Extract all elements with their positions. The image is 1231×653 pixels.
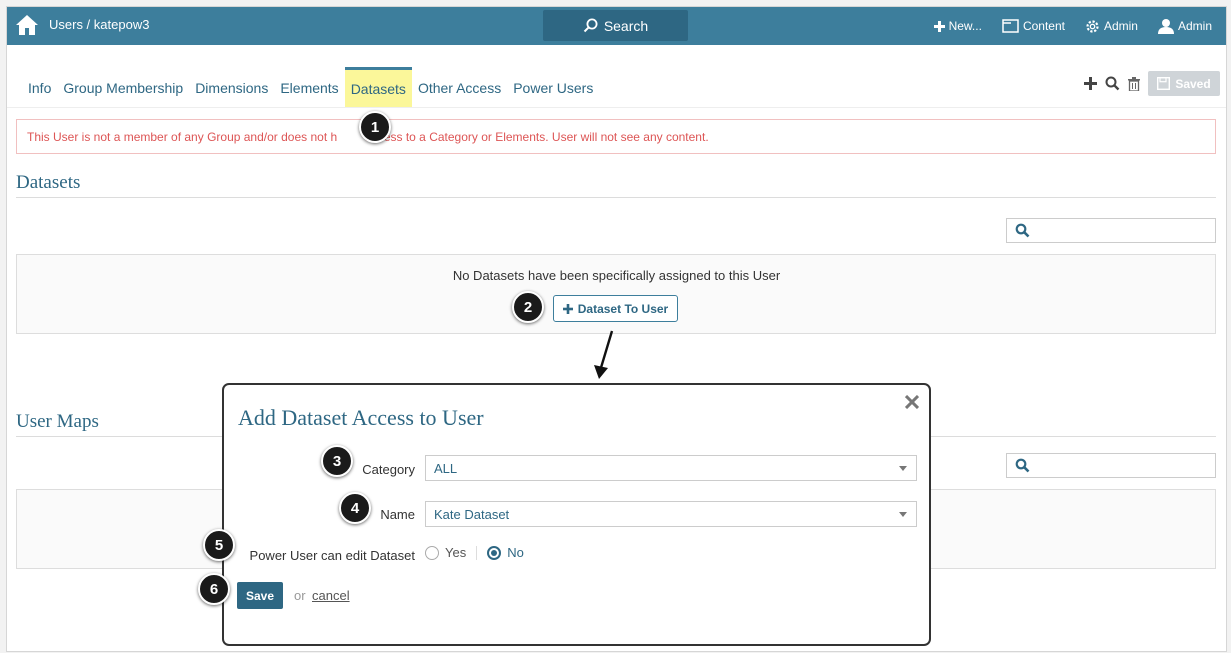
save-button[interactable]: Save (237, 582, 283, 609)
gear-icon (1086, 19, 1099, 33)
chevron-down-icon (899, 466, 907, 471)
no-radio[interactable] (487, 545, 502, 560)
step-badge-2: 2 (512, 291, 544, 323)
content-label: Content (1022, 19, 1065, 33)
datasets-empty-message: No Datasets have been specifically assig… (452, 268, 781, 283)
step-badge-5: 5 (203, 529, 235, 561)
top-bar-actions: New... Content Admin Admin (933, 7, 1226, 45)
tab-elements[interactable]: Elements (274, 67, 344, 108)
plus-icon (933, 20, 945, 32)
yes-radio[interactable] (425, 545, 439, 560)
category-value: ALL (434, 461, 458, 476)
modal-title: Add Dataset Access to User (238, 405, 484, 430)
add-icon[interactable] (1084, 77, 1097, 90)
tab-bar: Info Group Membership Dimensions Element… (22, 67, 599, 108)
saved-button[interactable]: Saved (1148, 71, 1220, 96)
search-label: Search (603, 17, 649, 34)
tab-other-access[interactable]: Other Access (412, 67, 507, 108)
tab-dimensions[interactable]: Dimensions (189, 67, 274, 108)
content-button[interactable]: Content (1002, 19, 1065, 33)
tab-datasets[interactable]: Datasets (344, 67, 412, 108)
category-label: Category (362, 462, 415, 477)
home-icon[interactable] (15, 14, 39, 36)
name-select[interactable]: Kate Dataset (425, 501, 917, 527)
datasets-search-input[interactable] (1006, 218, 1216, 243)
search-icon (583, 18, 598, 33)
chevron-down-icon (899, 512, 907, 517)
search-icon (1015, 223, 1030, 238)
yes-label: Yes (445, 545, 467, 560)
alert-text-end: access to a Category or Elements. User w… (365, 130, 709, 144)
user-maps-search-input[interactable] (1006, 453, 1216, 478)
top-bar: Users / katepow3 Search New... Content A… (7, 7, 1226, 45)
search-icon[interactable] (1105, 76, 1120, 91)
no-label: No (507, 545, 524, 560)
page: Users / katepow3 Search New... Content A… (6, 6, 1227, 652)
category-select[interactable]: ALL (425, 455, 917, 481)
step-badge-4: 4 (339, 492, 371, 524)
user-label: Admin (1177, 19, 1212, 33)
new-button[interactable]: New... (933, 19, 982, 33)
plus-icon (562, 303, 573, 314)
warning-alert: This User is not a member of any Group a… (16, 119, 1216, 154)
search-icon (1015, 458, 1030, 473)
admin-menu-button[interactable]: Admin (1085, 19, 1138, 34)
admin-label: Admin (1103, 19, 1138, 33)
power-user-label: Power User can edit Dataset (249, 548, 415, 563)
step-badge-6: 6 (198, 573, 230, 605)
add-dataset-modal: Add Dataset Access to User Category ALL … (222, 383, 931, 646)
datasets-divider (16, 197, 1216, 198)
breadcrumb[interactable]: Users / katepow3 (49, 17, 149, 32)
saved-label: Saved (1175, 76, 1211, 91)
window-icon (1002, 19, 1019, 33)
tab-power-users[interactable]: Power Users (507, 67, 599, 108)
name-value: Kate Dataset (434, 507, 510, 522)
radio-divider (476, 545, 478, 560)
alert-text-start: This User is not a member of any Group a… (27, 130, 338, 144)
datasets-panel (16, 254, 1216, 334)
add-dataset-label: Dataset To User (577, 301, 669, 316)
datasets-section-title: Datasets (16, 172, 81, 193)
user-icon (1157, 19, 1174, 34)
page-toolbar: Saved (1084, 71, 1220, 96)
trash-icon[interactable] (1128, 76, 1140, 91)
or-text: or (294, 588, 306, 603)
floppy-disk-icon (1157, 77, 1171, 90)
step-badge-1: 1 (359, 111, 391, 143)
user-menu-button[interactable]: Admin (1157, 18, 1212, 34)
tab-group-membership[interactable]: Group Membership (57, 67, 189, 108)
close-icon[interactable] (905, 395, 919, 409)
add-dataset-to-user-button[interactable]: Dataset To User (553, 295, 678, 322)
callout-arrow-icon (594, 330, 614, 379)
new-label: New... (948, 19, 982, 33)
global-search-button[interactable]: Search (543, 10, 688, 41)
tab-info[interactable]: Info (22, 67, 57, 108)
power-user-radio-group: Yes No (425, 545, 524, 560)
tab-divider (7, 107, 1226, 108)
step-badge-3: 3 (321, 445, 353, 477)
user-maps-section-title: User Maps (16, 411, 99, 432)
cancel-link[interactable]: cancel (312, 588, 350, 603)
